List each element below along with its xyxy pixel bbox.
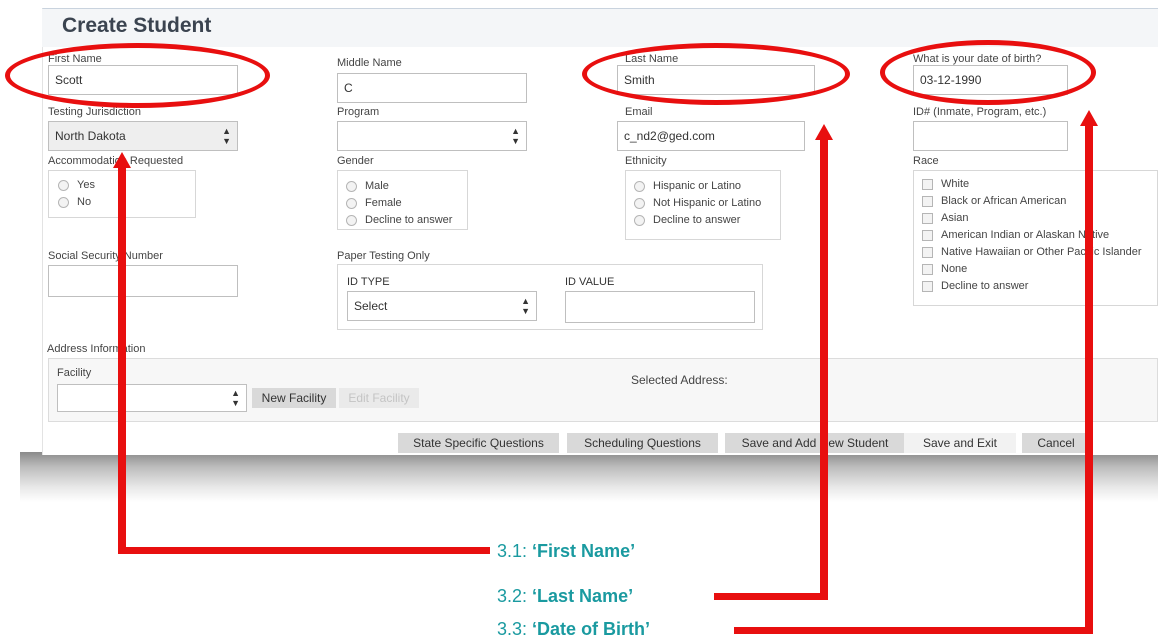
ssn-input[interactable] <box>48 265 238 297</box>
radio-icon[interactable] <box>58 196 69 208</box>
checkbox-icon[interactable] <box>922 195 933 207</box>
gender-male[interactable]: Male <box>346 180 389 192</box>
ethnicity-hispanic[interactable]: Hispanic or Latino <box>634 180 741 192</box>
save-add-button[interactable]: Save and Add New Student <box>725 433 905 453</box>
radio-icon[interactable] <box>634 214 645 226</box>
checkbox-icon[interactable] <box>922 280 933 292</box>
race-label: Race <box>913 155 939 167</box>
ssn-label: Social Security Number <box>48 250 163 262</box>
gender-label: Gender <box>337 155 374 167</box>
paper-testing-label: Paper Testing Only <box>337 250 430 262</box>
race-decline[interactable]: Decline to answer <box>922 280 1028 292</box>
caption-first-name: 3.1: ‘First Name’ <box>497 541 636 561</box>
radio-icon[interactable] <box>634 197 645 209</box>
ethnicity-decline[interactable]: Decline to answer <box>634 214 740 226</box>
facility-label: Facility <box>57 367 92 379</box>
arrow-line-first-name <box>118 166 126 553</box>
id-type-label: ID TYPE <box>347 276 390 288</box>
race-american-indian[interactable]: American Indian or Alaskan Native <box>922 229 1109 241</box>
email-label: Email <box>625 106 653 118</box>
page-title: Create Student <box>62 14 212 37</box>
race-white[interactable]: White <box>922 178 969 190</box>
id-value-label: ID VALUE <box>565 276 615 288</box>
jurisdiction-select[interactable]: North Dakota ▲ ▼ <box>48 121 238 151</box>
radio-icon[interactable] <box>58 179 69 191</box>
jurisdiction-value: North Dakota <box>55 129 126 143</box>
radio-icon[interactable] <box>346 197 357 209</box>
program-select[interactable]: ▲ ▼ <box>337 121 527 151</box>
scheduling-button[interactable]: Scheduling Questions <box>567 433 718 453</box>
select-caret-icon: ▲ ▼ <box>222 126 231 146</box>
id-value-input[interactable] <box>565 291 755 323</box>
checkbox-icon[interactable] <box>922 263 933 275</box>
arrow-line-first-name-horizontal <box>118 547 490 554</box>
email-input[interactable]: c_nd2@ged.com <box>617 121 805 151</box>
checkbox-icon[interactable] <box>922 246 933 258</box>
select-caret-icon: ▲ ▼ <box>521 296 530 316</box>
facility-select[interactable]: ▲ ▼ <box>57 384 247 412</box>
id-number-input[interactable] <box>913 121 1068 151</box>
cancel-button[interactable]: Cancel <box>1022 433 1090 453</box>
accommodation-no[interactable]: No <box>58 196 91 208</box>
race-none[interactable]: None <box>922 263 967 275</box>
ethnicity-not-hispanic[interactable]: Not Hispanic or Latino <box>634 197 761 209</box>
address-label: Address Information <box>47 343 146 355</box>
program-label: Program <box>337 106 380 118</box>
middle-name-input[interactable]: C <box>337 73 527 103</box>
id-type-select[interactable]: Select ▲ ▼ <box>347 291 537 321</box>
arrow-line-dob <box>1085 124 1093 633</box>
radio-icon[interactable] <box>346 180 357 192</box>
id-number-label: ID# (Inmate, Program, etc.) <box>913 106 1047 118</box>
caption-last-name: 3.2: ‘Last Name’ <box>497 586 634 606</box>
last-name-highlight-ellipse <box>582 43 850 105</box>
select-caret-icon: ▲ ▼ <box>231 388 240 408</box>
checkbox-icon[interactable] <box>922 212 933 224</box>
race-pacific-islander[interactable]: Native Hawaiian or Other Pacific Islande… <box>922 246 1142 258</box>
gender-female[interactable]: Female <box>346 197 402 209</box>
save-exit-button[interactable]: Save and Exit <box>904 433 1016 453</box>
first-name-highlight-ellipse <box>5 43 270 108</box>
state-specific-button[interactable]: State Specific Questions <box>398 433 559 453</box>
selected-address-label: Selected Address: <box>631 373 728 387</box>
race-asian[interactable]: Asian <box>922 212 969 224</box>
middle-name-label: Middle Name <box>337 57 402 69</box>
id-type-value: Select <box>354 299 388 313</box>
new-facility-button[interactable]: New Facility <box>252 388 336 408</box>
accommodation-yes[interactable]: Yes <box>58 179 95 191</box>
gender-decline[interactable]: Decline to answer <box>346 214 452 226</box>
checkbox-icon[interactable] <box>922 229 933 241</box>
race-black[interactable]: Black or African American <box>922 195 1066 207</box>
edit-facility-button[interactable]: Edit Facility <box>339 388 419 408</box>
arrow-line-last-name <box>820 138 828 600</box>
caption-dob: 3.3: ‘Date of Birth’ <box>497 619 651 639</box>
radio-icon[interactable] <box>346 214 357 226</box>
radio-icon[interactable] <box>634 180 645 192</box>
arrow-line-dob-horizontal <box>734 627 1093 634</box>
checkbox-icon[interactable] <box>922 178 933 190</box>
ethnicity-label: Ethnicity <box>625 155 667 167</box>
select-caret-icon: ▲ ▼ <box>511 126 520 146</box>
arrow-line-last-name-horizontal <box>714 593 828 600</box>
window-shadow <box>20 452 1158 502</box>
dob-highlight-ellipse <box>880 40 1096 105</box>
